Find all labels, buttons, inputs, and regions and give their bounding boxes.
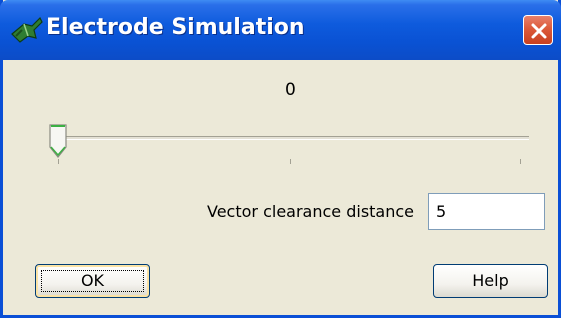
vector-clearance-input[interactable] <box>428 193 545 230</box>
electrode-app-icon <box>10 14 44 44</box>
help-button[interactable]: Help <box>433 264 548 298</box>
slider-track[interactable] <box>55 136 529 140</box>
slider-thumb[interactable] <box>48 123 68 159</box>
ok-button[interactable]: OK <box>35 264 150 298</box>
close-icon <box>531 23 547 39</box>
window-title: Electrode Simulation <box>46 15 305 40</box>
vector-clearance-label: Vector clearance distance <box>207 202 415 221</box>
help-button-label: Help <box>472 271 509 290</box>
slider-value-readout: 0 <box>285 80 296 100</box>
slider-tick <box>58 159 59 164</box>
slider-tick <box>290 159 291 164</box>
close-button[interactable] <box>523 15 553 45</box>
focus-rectangle <box>41 270 144 292</box>
title-bar[interactable]: Electrode Simulation <box>0 0 561 60</box>
electrode-simulation-dialog: Electrode Simulation 0 Vector clearance … <box>0 0 561 318</box>
slider-tick <box>520 159 521 164</box>
